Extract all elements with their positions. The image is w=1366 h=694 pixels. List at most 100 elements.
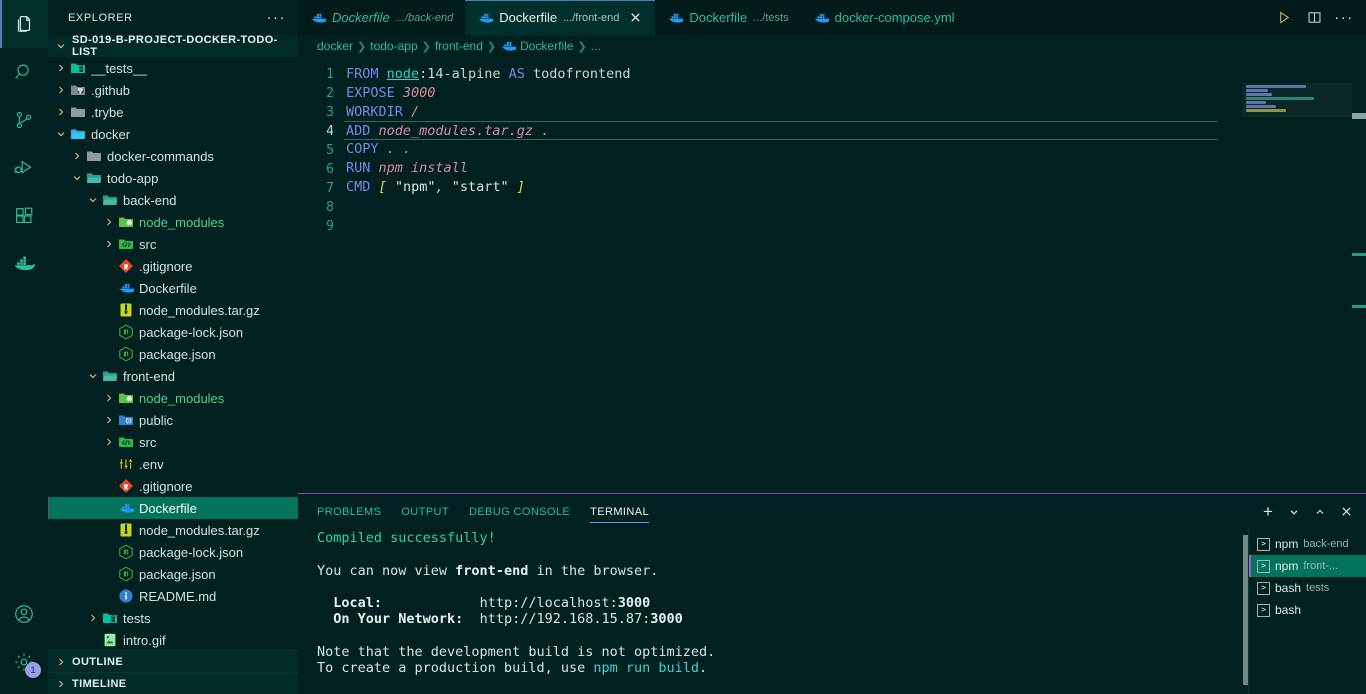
activity-bar-item-accounts[interactable]: [0, 590, 48, 638]
panel-tab-output[interactable]: OUTPUT: [401, 494, 449, 529]
maximize-panel-button[interactable]: [1308, 498, 1332, 526]
terminal-shell-name: npm: [1275, 559, 1299, 573]
breadcrumb-item[interactable]: todo-app: [370, 39, 417, 53]
breadcrumb[interactable]: docker ❯ todo-app ❯ front-end ❯ Dockerfile ❯...: [298, 35, 1366, 57]
tree-folder-item[interactable]: src: [48, 233, 298, 255]
breadcrumb-item[interactable]: Dockerfile: [500, 38, 573, 54]
terminal-list-item[interactable]: > npm front-...: [1249, 555, 1366, 577]
tab-bar[interactable]: Dockerfile .../back-end Dockerfile .../fron…: [298, 0, 1366, 35]
code-line[interactable]: [344, 216, 1366, 235]
tree-file-item[interactable]: .gitignore: [48, 475, 298, 497]
tree-file-item[interactable]: package-lock.json: [48, 541, 298, 563]
run-button[interactable]: [1270, 0, 1298, 35]
activity-bar-item-source-control[interactable]: [0, 96, 48, 144]
explorer-root-folder[interactable]: SD-019-B-PROJECT-DOCKER-TODO-LIST: [48, 34, 298, 58]
breadcrumb-item[interactable]: docker: [317, 39, 353, 53]
tree-file-item[interactable]: intro.gif: [48, 629, 298, 650]
sidebar-section-timeline[interactable]: TIMELINE: [48, 672, 298, 694]
code-line[interactable]: ADD node_modules.tar.gz .: [344, 121, 1218, 140]
tree-folder-item[interactable]: src: [48, 431, 298, 453]
code-line[interactable]: EXPOSE 3000: [344, 84, 1366, 103]
code-editor[interactable]: 1 2 3 4 5 6 7 8 9 FROM node:14-alpine AS todofro…: [298, 57, 1366, 493]
editor-tab[interactable]: Dockerfile .../front-end: [465, 0, 656, 35]
panel-tab-terminal[interactable]: TERMINAL: [590, 494, 649, 529]
panel-tab-problems[interactable]: PROBLEMS: [317, 494, 381, 529]
terminal-line: You can now view front-end in the browse…: [317, 563, 1248, 579]
close-icon[interactable]: [627, 10, 643, 26]
extensions-icon: [13, 205, 35, 227]
code-line[interactable]: COPY . .: [344, 140, 1366, 159]
file-tree[interactable]: __tests__ .github .trybe docker docker-comma…: [48, 57, 298, 650]
code-token: node_modules.tar.gz .: [378, 123, 550, 139]
code-token: ,: [435, 179, 444, 195]
tree-folder-item[interactable]: .github: [48, 79, 298, 101]
breadcrumb-item[interactable]: ...: [591, 39, 601, 53]
tree-file-item[interactable]: README.md: [48, 585, 298, 607]
panel-tab-bar[interactable]: PROBLEMS OUTPUT DEBUG CONSOLE TERMINAL +: [298, 494, 1366, 529]
panel-tab-debug-console[interactable]: DEBUG CONSOLE: [469, 494, 570, 529]
tree-folder-item[interactable]: node_modules: [48, 387, 298, 409]
tree-file-item[interactable]: Dockerfile: [48, 497, 298, 519]
activity-bar-item-search[interactable]: [0, 48, 48, 96]
tree-file-item[interactable]: Dockerfile: [48, 277, 298, 299]
code-content[interactable]: FROM node:14-alpine AS todofrontend EXPOS…: [344, 57, 1366, 493]
sidebar-more-icon[interactable]: ···: [267, 10, 291, 25]
tree-file-item[interactable]: node_modules.tar.gz: [48, 519, 298, 541]
terminal-output[interactable]: Compiled successfully! You can now view …: [298, 529, 1248, 694]
tree-file-item[interactable]: .gitignore: [48, 255, 298, 277]
chevron-down-icon: [86, 371, 100, 381]
code-line[interactable]: RUN npm install: [344, 159, 1366, 178]
terminal-list-item[interactable]: > bash tests: [1249, 577, 1366, 599]
tree-file-item[interactable]: node_modules.tar.gz: [48, 299, 298, 321]
tree-folder-item[interactable]: tests: [48, 607, 298, 629]
terminal-line: Local: http://localhost:3000: [317, 595, 1248, 611]
tree-folder-item[interactable]: .trybe: [48, 101, 298, 123]
terminal-dropdown-button[interactable]: [1282, 498, 1306, 526]
code-line[interactable]: [344, 197, 1366, 216]
tree-folder-item[interactable]: node_modules: [48, 211, 298, 233]
terminal-list-item[interactable]: > bash: [1249, 599, 1366, 621]
tree-file-item[interactable]: package.json: [48, 563, 298, 585]
activity-bar-item-run-and-debug[interactable]: [0, 144, 48, 192]
code-line[interactable]: FROM node:14-alpine AS todofrontend: [344, 65, 1366, 84]
tree-file-item[interactable]: package-lock.json: [48, 321, 298, 343]
breadcrumb-item[interactable]: front-end: [435, 39, 483, 53]
activity-bar-item-extensions[interactable]: [0, 192, 48, 240]
code-line[interactable]: CMD [ "npm", "start" ]: [344, 178, 1366, 197]
close-panel-button[interactable]: [1334, 498, 1358, 526]
activity-bar-item-explorer[interactable]: [0, 0, 48, 48]
chevron-right-icon: [102, 239, 116, 249]
tree-folder-item[interactable]: back-end: [48, 189, 298, 211]
editor-vertical-scrollbar[interactable]: [1352, 57, 1366, 493]
tree-folder-item[interactable]: front-end: [48, 365, 298, 387]
terminal-scrollbar[interactable]: [1243, 535, 1248, 685]
terminal-tabs-list[interactable]: > npm back-end > npm front-... > bash tests > bash: [1248, 529, 1366, 694]
tree-folder-item[interactable]: __tests__: [48, 57, 298, 79]
tree-folder-item[interactable]: public: [48, 409, 298, 431]
tree-folder-item[interactable]: docker-commands: [48, 145, 298, 167]
new-terminal-button[interactable]: +: [1256, 498, 1280, 526]
tree-file-item[interactable]: package.json: [48, 343, 298, 365]
activity-bar-item-manage[interactable]: 1: [0, 638, 48, 686]
folder-node-icon: [116, 214, 135, 230]
terminal-token: Note that the development build is not o…: [317, 644, 716, 661]
editor-tab[interactable]: Dockerfile .../back-end: [298, 0, 465, 35]
activity-bar-item-docker[interactable]: [0, 240, 48, 288]
tree-file-item[interactable]: .env: [48, 453, 298, 475]
tree-folder-item[interactable]: todo-app: [48, 167, 298, 189]
editor-tab[interactable]: docker-compose.yml: [801, 0, 967, 35]
sidebar-header: EXPLORER ···: [48, 0, 298, 35]
editor-scrollbar-thumb[interactable]: [1352, 113, 1366, 119]
more-actions-button[interactable]: ···: [1330, 0, 1358, 35]
tree-item-label: .env: [139, 456, 164, 472]
code-line[interactable]: WORKDIR /: [344, 103, 1366, 122]
sidebar-section-outline[interactable]: OUTLINE: [48, 650, 298, 672]
terminal-line: On Your Network: http://192.168.15.87:30…: [317, 611, 1248, 627]
terminal-list-item[interactable]: > npm back-end: [1249, 533, 1366, 555]
chevron-right-icon: [70, 151, 84, 161]
split-editor-button[interactable]: [1300, 0, 1328, 35]
editor-tab[interactable]: Dockerfile .../tests: [655, 0, 800, 35]
tree-folder-item[interactable]: docker: [48, 123, 298, 145]
